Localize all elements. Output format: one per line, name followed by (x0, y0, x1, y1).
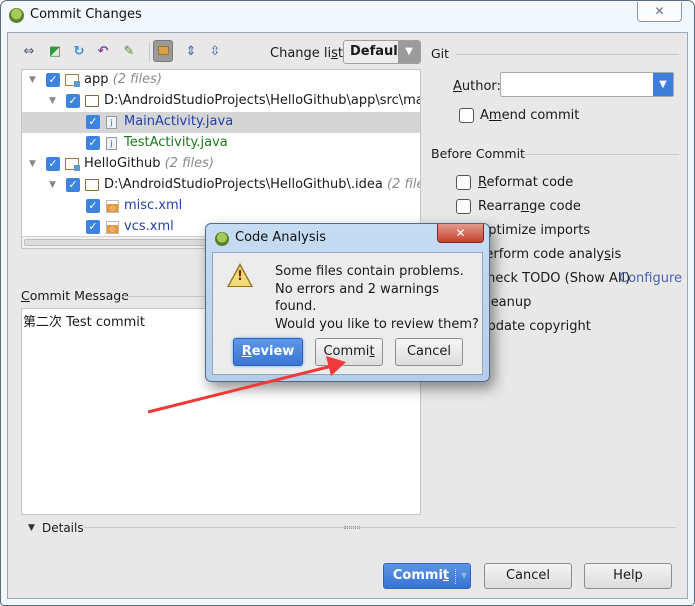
tree-row-label: vcs.xml (124, 219, 174, 234)
android-studio-icon (215, 232, 229, 246)
refresh-icon[interactable]: ↻ (70, 43, 88, 61)
folder-icon (85, 179, 99, 191)
git-section-title: Git (431, 46, 450, 61)
chevron-down-icon[interactable]: ▼ (653, 73, 673, 96)
title-bar[interactable]: Commit Changes ✕ (1, 1, 694, 31)
tree-checkbox[interactable]: ✓ (86, 199, 100, 213)
cancel-button[interactable]: Cancel (484, 563, 572, 589)
tree-checkbox[interactable]: ✓ (46, 157, 60, 171)
review-button[interactable]: Review (233, 338, 303, 366)
splitter-grip[interactable] (344, 526, 360, 529)
check-todo-label[interactable]: Check TODO (Show All) (478, 271, 630, 286)
tree-row-label: D:\AndroidStudioProjects\HelloGithub\.id… (104, 177, 420, 192)
android-studio-icon (9, 8, 24, 23)
tree-checkbox[interactable]: ✓ (86, 220, 100, 234)
expand-triangle-icon[interactable]: ▼ (29, 159, 36, 169)
tree-checkbox[interactable]: ✓ (86, 136, 100, 150)
details-divider (84, 527, 676, 528)
rearrange-code-checkbox[interactable] (456, 199, 471, 214)
tree-row-file[interactable]: ✓ misc.xml (22, 196, 420, 217)
tree-row-label: MainActivity.java (124, 114, 234, 129)
amend-commit-checkbox[interactable] (459, 108, 474, 123)
dialog-message-line: No errors and 2 warnings found. (275, 281, 440, 315)
help-button[interactable]: Help (584, 563, 672, 589)
rearrange-code-label[interactable]: Rearrange code (478, 199, 581, 214)
warning-exclamation: ! (237, 269, 243, 284)
perform-code-analysis-label[interactable]: Perform code analysis (478, 247, 621, 262)
tree-row-file[interactable]: ✓ j MainActivity.java (22, 112, 420, 133)
folder-icon (85, 95, 99, 107)
commit-button[interactable]: Commit ▼ (383, 563, 471, 589)
tree-row-label: misc.xml (124, 198, 183, 213)
commit-message-label: Commit Message (21, 288, 129, 303)
amend-commit-label[interactable]: Amend commit (480, 108, 579, 123)
move-to-changelist-icon[interactable]: ◩ (46, 43, 64, 61)
split-divider (455, 569, 456, 584)
chevron-down-icon[interactable]: ▼ (461, 564, 467, 588)
commit-message-text: 第二次 Test commit (23, 315, 146, 330)
xml-file-icon (106, 200, 119, 213)
window-close-button[interactable]: ✕ (637, 2, 682, 22)
section-divider (456, 54, 679, 55)
reformat-code-label[interactable]: Reformat code (478, 175, 573, 190)
show-diff-icon[interactable]: ⇔ (20, 43, 38, 61)
tree-checkbox[interactable]: ✓ (46, 73, 60, 87)
tree-row-label: HelloGithub (2 files) (84, 156, 214, 171)
toolbar-separator (149, 42, 150, 62)
module-icon (65, 74, 80, 87)
tree-row-module[interactable]: ▼ ✓ HelloGithub (2 files) (22, 154, 420, 175)
change-list-label: Change list: (270, 46, 347, 61)
expand-triangle-icon[interactable]: ▼ (29, 75, 36, 85)
window-title: Commit Changes (30, 7, 142, 22)
optimize-imports-label[interactable]: Optimize imports (478, 223, 590, 238)
update-copyright-label[interactable]: Update copyright (478, 319, 591, 334)
dialog-commit-button[interactable]: Commit (315, 338, 383, 366)
group-by-directory-toggle[interactable] (153, 40, 173, 62)
section-divider (523, 154, 679, 155)
reformat-code-checkbox[interactable] (456, 175, 471, 190)
chevron-down-icon: ▼ (398, 41, 420, 63)
expand-all-icon[interactable]: ⇕ (182, 43, 200, 61)
tree-row-directory[interactable]: ▼ ✓ D:\AndroidStudioProjects\HelloGithub… (22, 91, 420, 112)
code-analysis-dialog: Code Analysis ✕ ! Some files contain pro… (205, 223, 490, 382)
dialog-body: ! Some files contain problems. No errors… (212, 252, 483, 375)
folder-icon (158, 46, 169, 55)
java-file-icon: j (106, 116, 117, 129)
tree-checkbox[interactable]: ✓ (86, 115, 100, 129)
configure-todo-link[interactable]: Configure (619, 271, 682, 286)
tree-checkbox[interactable]: ✓ (66, 94, 80, 108)
tree-checkbox[interactable]: ✓ (66, 178, 80, 192)
change-list-value: Default (350, 44, 404, 59)
dialog-cancel-button[interactable]: Cancel (395, 338, 463, 366)
tree-row-module[interactable]: ▼ ✓ app (2 files) (22, 70, 420, 91)
details-expand-icon[interactable]: ▼ (28, 523, 35, 533)
tree-row-label: D:\AndroidStudioProjects\HelloGithub\app… (104, 93, 420, 108)
dialog-close-button[interactable]: ✕ (437, 224, 484, 243)
details-toggle[interactable]: Details (42, 521, 84, 535)
dialog-message-line: Would you like to review them? (275, 316, 479, 332)
tree-row-file[interactable]: ✓ j TestActivity.java (22, 133, 420, 154)
tree-row-label: app (2 files) (84, 72, 162, 87)
collapse-all-icon[interactable]: ⇳ (206, 43, 224, 61)
rollback-icon[interactable]: ↶ (94, 43, 112, 61)
expand-triangle-icon[interactable]: ▼ (49, 96, 56, 106)
dialog-title: Code Analysis (235, 230, 326, 245)
java-file-icon: j (106, 137, 117, 150)
changes-tree[interactable]: ▼ ✓ app (2 files) ▼ ✓ D:\AndroidStudioPr… (21, 69, 421, 249)
tree-row-label: TestActivity.java (124, 135, 228, 150)
expand-triangle-icon[interactable]: ▼ (49, 180, 56, 190)
module-icon (65, 158, 80, 171)
before-commit-section-title: Before Commit (431, 146, 525, 161)
author-label: Author: (453, 79, 501, 94)
xml-file-icon (106, 221, 119, 234)
change-list-select[interactable]: Default ▼ (343, 40, 421, 64)
edit-source-icon[interactable]: ✎ (120, 43, 138, 61)
dialog-message: Some files contain problems. No errors a… (275, 263, 482, 333)
tree-row-directory[interactable]: ▼ ✓ D:\AndroidStudioProjects\HelloGithub… (22, 175, 420, 196)
dialog-message-line: Some files contain problems. (275, 264, 464, 279)
author-combobox[interactable]: ▼ (500, 72, 674, 97)
